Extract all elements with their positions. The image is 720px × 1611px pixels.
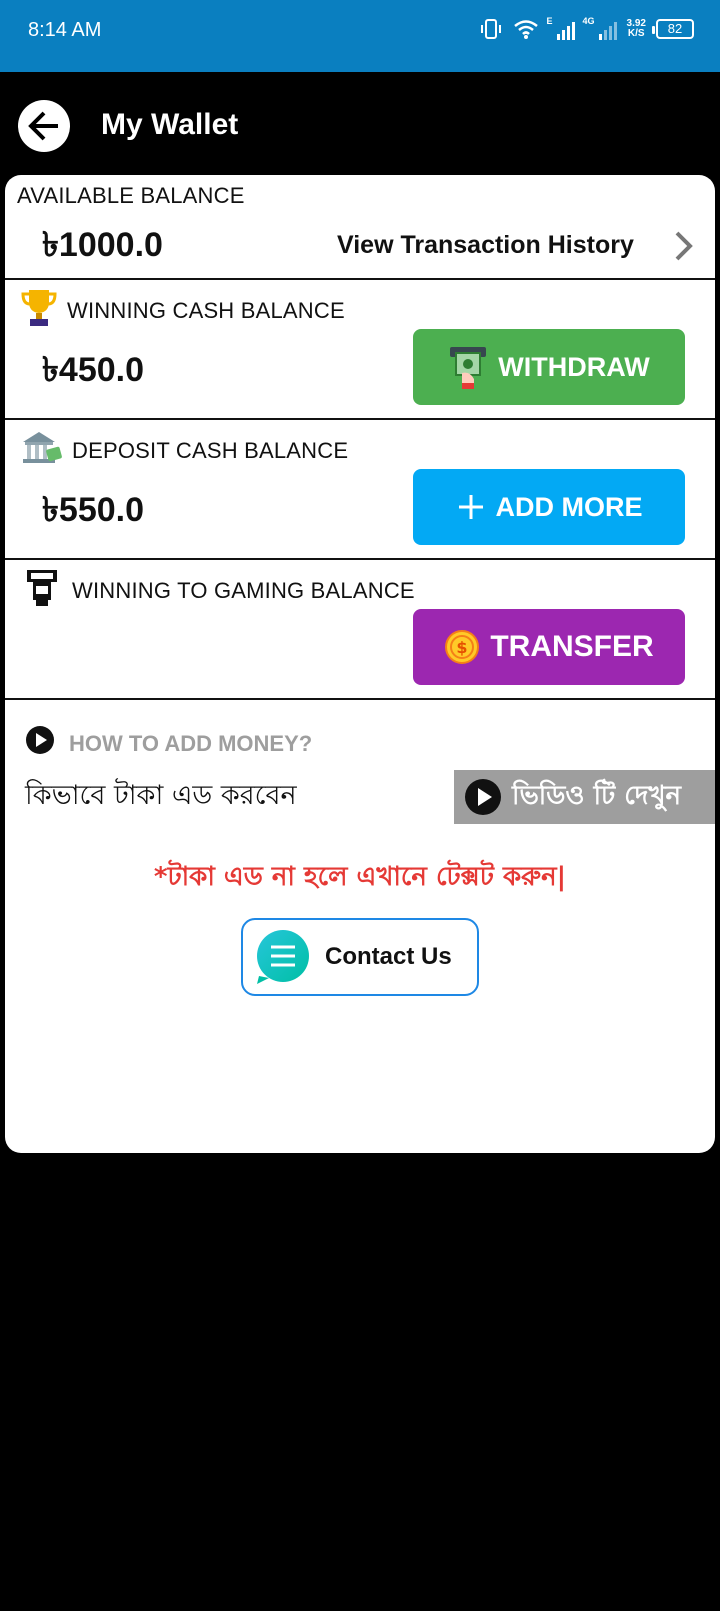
add-more-button[interactable]: ADD MORE	[413, 469, 685, 545]
available-balance-label: AVAILABLE BALANCE	[17, 183, 245, 208]
status-icons: E 4G 3.92 K/S 82	[479, 16, 694, 40]
back-button[interactable]	[18, 100, 70, 152]
wifi-icon	[513, 20, 538, 39]
deposit-cash-section: DEPOSIT CASH BALANCE ৳550.0 ADD MORE	[5, 420, 715, 560]
winning-to-gaming-label: WINNING TO GAMING BALANCE	[72, 578, 415, 603]
atm-machine-icon	[27, 570, 57, 606]
deposit-cash-label: DEPOSIT CASH BALANCE	[72, 438, 349, 463]
wallet-card: AVAILABLE BALANCE ৳1000.0 View Transacti…	[5, 175, 715, 1153]
withdraw-label: WITHDRAW	[498, 351, 650, 382]
atm-withdraw-icon	[450, 347, 487, 389]
transfer-label: TRANSFER	[490, 630, 654, 663]
winning-to-gaming-section: WINNING TO GAMING BALANCE $ TRANSFER	[5, 560, 715, 700]
winning-cash-amount: ৳450.0	[42, 351, 145, 389]
network-type-label: E	[546, 16, 553, 26]
chat-icon	[257, 930, 309, 984]
signal-2-icon: 4G	[582, 16, 617, 40]
withdraw-button[interactable]: WITHDRAW	[413, 329, 685, 405]
coin-icon: $	[445, 630, 480, 664]
signal-1-icon: E	[546, 16, 575, 40]
chevron-right-icon[interactable]	[673, 229, 695, 263]
transfer-button[interactable]: $ TRANSFER	[413, 609, 685, 685]
svg-text:$: $	[457, 638, 468, 657]
network-speed: 3.92 K/S	[627, 19, 646, 39]
network-speed-unit: K/S	[627, 28, 645, 39]
watch-video-button[interactable]: ভিডিও টি দেখুন	[454, 770, 715, 824]
warning-text: *টাকা এড না হলে এখানে টেক্সট করুন|	[153, 862, 567, 892]
contact-us-label: Contact Us	[325, 943, 452, 970]
view-transaction-history-link[interactable]: View Transaction History	[337, 231, 634, 260]
plus-icon	[458, 495, 483, 519]
play-circle-icon	[465, 779, 501, 815]
winning-cash-label: WINNING CASH BALANCE	[67, 298, 345, 323]
network-type-label-2: 4G	[582, 16, 595, 26]
trophy-icon	[21, 290, 57, 326]
watch-video-label: ভিডিও টি দেখুন	[512, 781, 682, 811]
arrow-left-icon	[28, 111, 58, 141]
how-to-bangla-text: কিভাবে টাকা এড করবেন	[25, 780, 297, 811]
play-icon	[26, 726, 54, 754]
vibrate-icon	[480, 19, 501, 39]
add-more-label: ADD MORE	[495, 491, 643, 522]
deposit-cash-amount: ৳550.0	[42, 491, 145, 529]
battery-icon: 82	[652, 19, 694, 39]
winning-cash-section: WINNING CASH BALANCE ৳450.0 WITHDRAW	[5, 280, 715, 420]
bank-icon	[23, 432, 62, 463]
app-bar: My Wallet	[0, 72, 720, 176]
status-time: 8:14 AM	[28, 19, 102, 41]
available-balance-amount: ৳1000.0	[42, 226, 163, 264]
page-title: My Wallet	[101, 108, 239, 141]
how-to-add-money-label: HOW TO ADD MONEY?	[69, 731, 313, 756]
available-balance-section: AVAILABLE BALANCE ৳1000.0 View Transacti…	[5, 175, 715, 280]
contact-us-button[interactable]: Contact Us	[241, 918, 479, 996]
status-bar: 8:14 AM E 4G 3.92 K/S 82	[0, 0, 720, 72]
